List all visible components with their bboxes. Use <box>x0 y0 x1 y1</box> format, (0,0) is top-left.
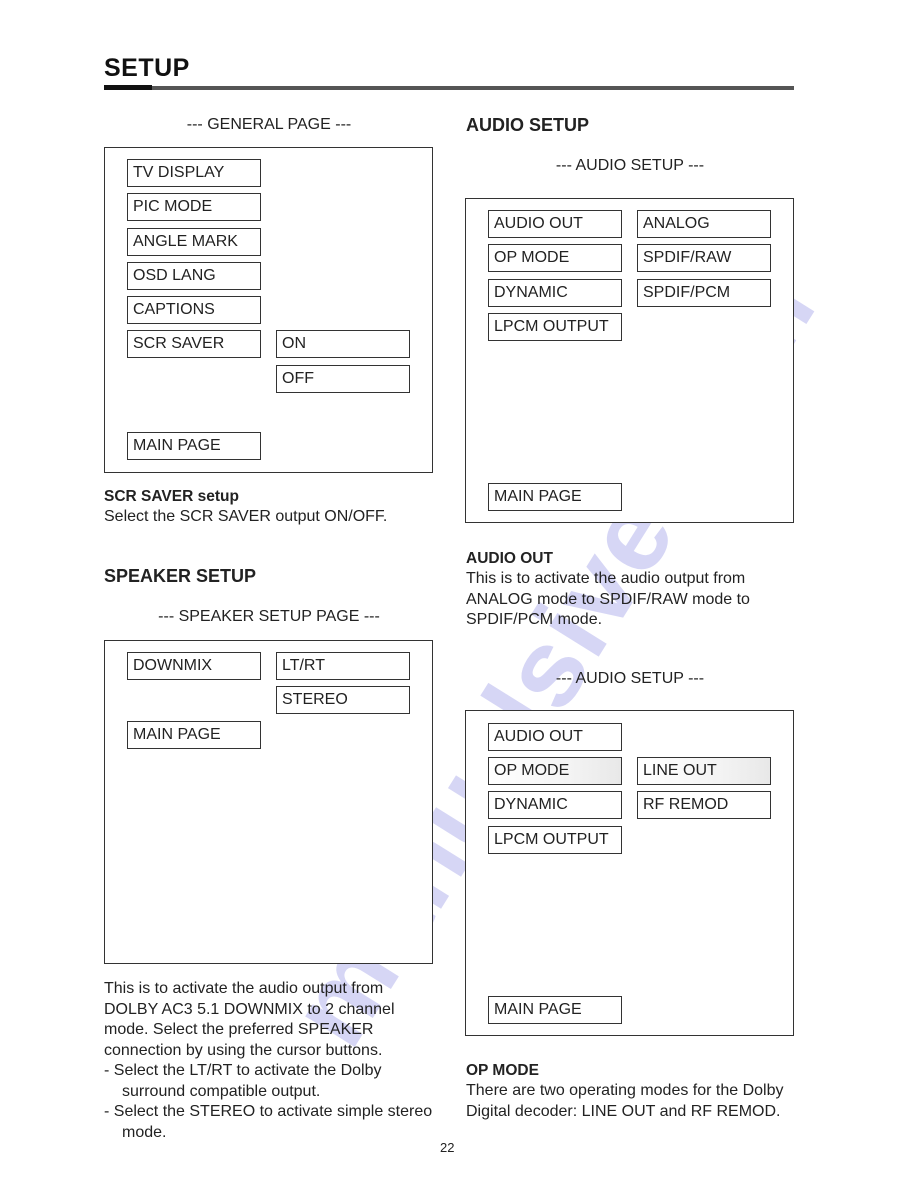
speaker-bullet-lt-rt: - Select the LT/RT to activate the Dolby… <box>104 1062 382 1100</box>
main-page-button[interactable]: MAIN PAGE <box>488 483 622 511</box>
option-spdif-pcm[interactable]: SPDIF/PCM <box>637 279 771 307</box>
page-number: 22 <box>440 1140 455 1155</box>
audio-setup-caption: --- AUDIO SETUP --- <box>555 670 705 687</box>
menu-item-angle-mark[interactable]: ANGLE MARK <box>127 228 261 256</box>
general-page-screen: TV DISPLAY PIC MODE ANGLE MARK OSD LANG … <box>104 147 433 473</box>
option-line-out[interactable]: LINE OUT <box>637 757 771 785</box>
audio-out-heading: AUDIO OUT <box>466 550 553 567</box>
menu-item-op-mode[interactable]: OP MODE <box>488 244 622 272</box>
menu-item-audio-out[interactable]: AUDIO OUT <box>488 210 622 238</box>
main-page-button[interactable]: MAIN PAGE <box>127 721 261 749</box>
menu-item-captions[interactable]: CAPTIONS <box>127 296 261 324</box>
option-off[interactable]: OFF <box>276 365 410 393</box>
menu-item-downmix[interactable]: DOWNMIX <box>127 652 261 680</box>
option-stereo[interactable]: STEREO <box>276 686 410 714</box>
audio-setup-screen-2: AUDIO OUT OP MODE DYNAMIC LPCM OUTPUT LI… <box>465 710 794 1036</box>
speaker-setup-heading: SPEAKER SETUP <box>104 566 257 586</box>
menu-item-pic-mode[interactable]: PIC MODE <box>127 193 261 221</box>
audio-setup-screen-1: AUDIO OUT OP MODE DYNAMIC LPCM OUTPUT AN… <box>465 198 794 523</box>
menu-item-op-mode[interactable]: OP MODE <box>488 757 622 785</box>
option-spdif-raw[interactable]: SPDIF/RAW <box>637 244 771 272</box>
option-on[interactable]: ON <box>276 330 410 358</box>
speaker-description-line: DOLBY AC3 5.1 DOWNMIX to 2 channel <box>104 1000 395 1018</box>
speaker-setup-screen: DOWNMIX LT/RT STEREO MAIN PAGE <box>104 640 433 964</box>
main-page-button[interactable]: MAIN PAGE <box>488 996 622 1024</box>
title-rule <box>104 85 794 90</box>
speaker-description-line: mode. Select the preferred SPEAKER <box>104 1021 374 1038</box>
menu-item-dynamic[interactable]: DYNAMIC <box>488 279 622 307</box>
speaker-description-line: This is to activate the audio output fro… <box>104 980 384 997</box>
option-lt-rt[interactable]: LT/RT <box>276 652 410 680</box>
audio-setup-caption: --- AUDIO SETUP --- <box>555 157 705 174</box>
scr-saver-heading: SCR SAVER setup <box>104 488 239 505</box>
audio-setup-heading: AUDIO SETUP <box>466 115 590 135</box>
menu-item-audio-out[interactable]: AUDIO OUT <box>488 723 622 751</box>
op-mode-heading: OP MODE <box>466 1062 539 1079</box>
option-analog[interactable]: ANALOG <box>637 210 771 238</box>
menu-item-dynamic[interactable]: DYNAMIC <box>488 791 622 819</box>
speaker-bullet-stereo: - Select the STEREO to activate simple s… <box>104 1103 433 1141</box>
scr-saver-description: Select the SCR SAVER output ON/OFF. <box>104 508 388 525</box>
audio-out-description: This is to activate the audio output fro… <box>466 570 750 628</box>
option-rf-remod[interactable]: RF REMOD <box>637 791 771 819</box>
general-page-caption: --- GENERAL PAGE --- <box>186 116 352 133</box>
menu-item-osd-lang[interactable]: OSD LANG <box>127 262 261 290</box>
menu-item-lpcm-output[interactable]: LPCM OUTPUT <box>488 313 622 341</box>
menu-item-scr-saver[interactable]: SCR SAVER <box>127 330 261 358</box>
speaker-setup-caption: --- SPEAKER SETUP PAGE --- <box>158 608 380 625</box>
menu-item-tv-display[interactable]: TV DISPLAY <box>127 159 261 187</box>
op-mode-description: There are two operating modes for the Do… <box>466 1082 784 1120</box>
speaker-description: This is to activate the audio output fro… <box>104 979 444 1143</box>
menu-item-lpcm-output[interactable]: LPCM OUTPUT <box>488 826 622 854</box>
speaker-description-line: connection by using the cursor buttons. <box>104 1041 383 1059</box>
main-page-button[interactable]: MAIN PAGE <box>127 432 261 460</box>
page-title: SETUP <box>104 54 190 82</box>
